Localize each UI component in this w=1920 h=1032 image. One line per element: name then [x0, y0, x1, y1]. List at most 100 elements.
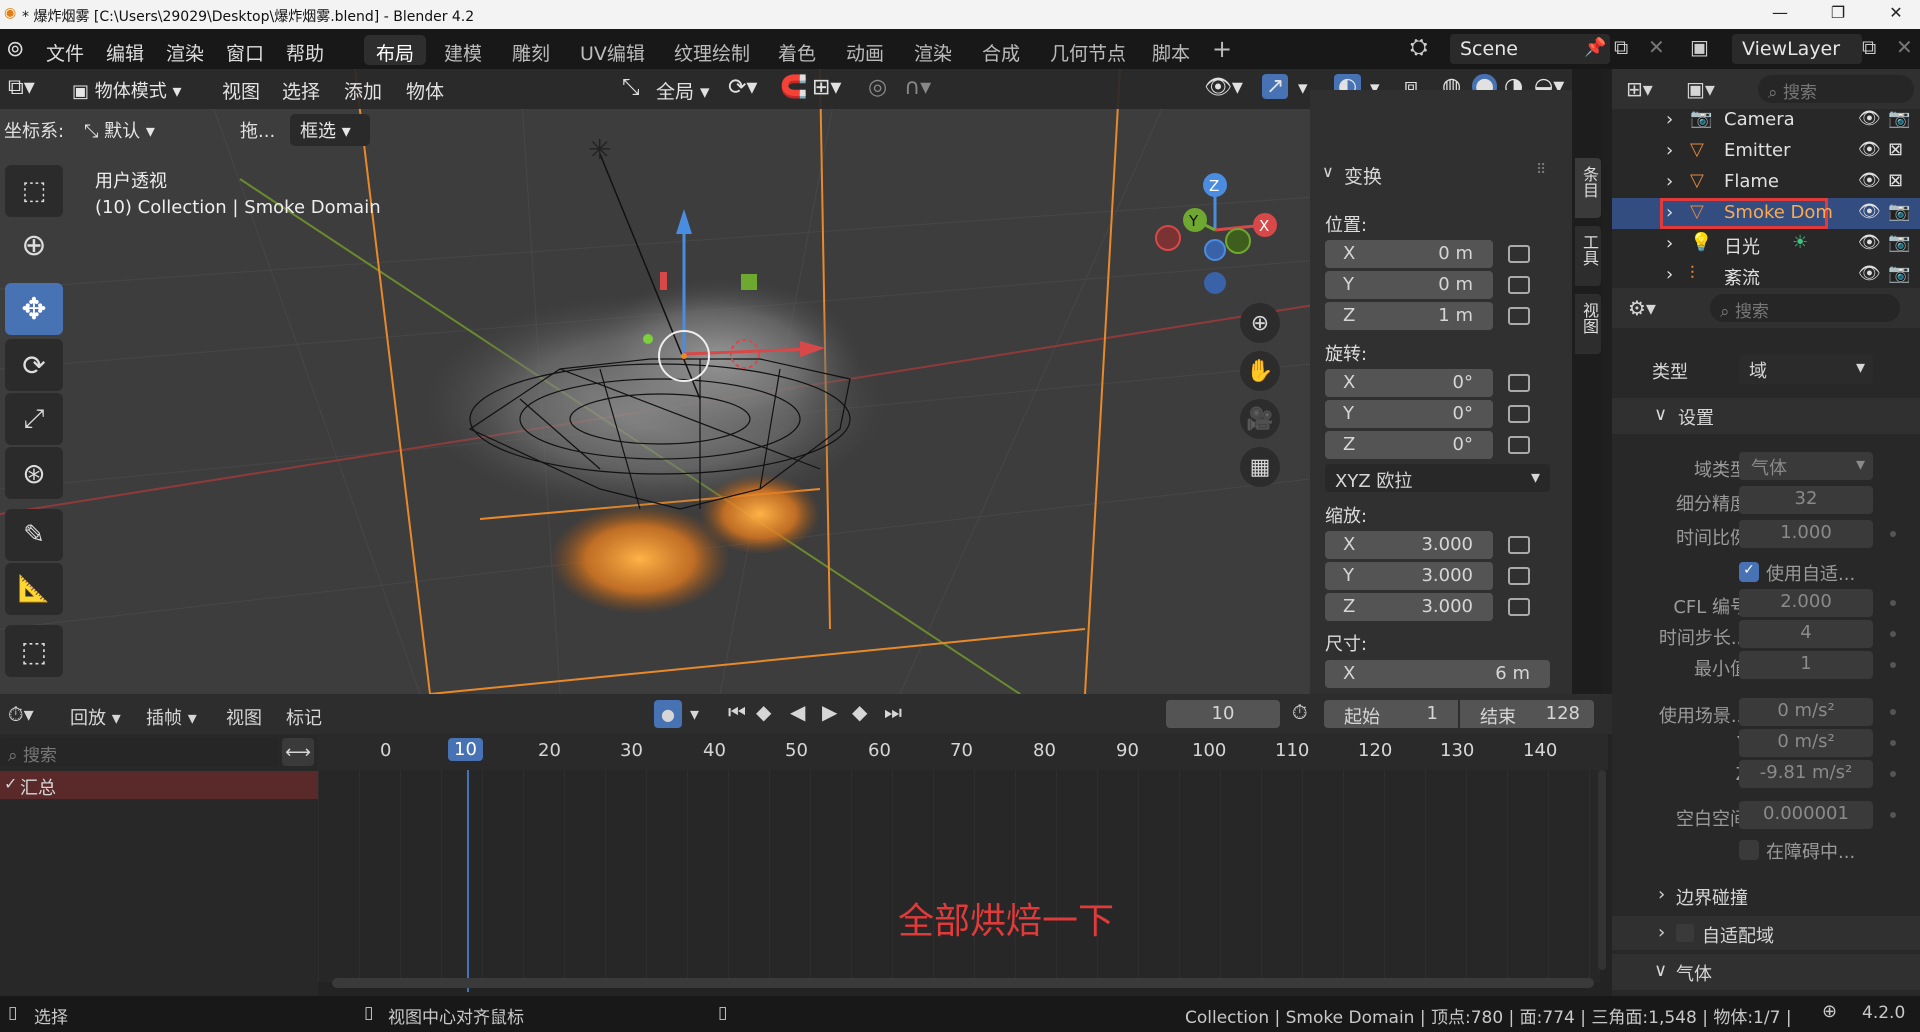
resolution-field[interactable]: 32	[1739, 486, 1873, 514]
expand-icon[interactable]: ›	[1666, 140, 1673, 161]
zoom-icon[interactable]: ⊕	[1240, 303, 1280, 343]
gas-panel[interactable]: ∨ 气体	[1612, 954, 1920, 990]
scale-x-field[interactable]: X 3.000	[1325, 531, 1493, 559]
auto-keying-dropdown-icon[interactable]: ▾	[690, 704, 699, 725]
add-workspace-icon[interactable]: +	[1212, 35, 1232, 63]
new-scene-icon[interactable]: ⧉	[1614, 35, 1628, 59]
timer-icon[interactable]: ⏱	[1292, 700, 1308, 724]
eye-icon[interactable]: 👁	[1858, 108, 1881, 129]
empty-space-field[interactable]: 0.000001	[1739, 801, 1873, 829]
tab-scripting[interactable]: 脚本	[1140, 35, 1202, 65]
transform-tool[interactable]: ⊛	[5, 447, 63, 499]
camera-view-icon[interactable]: 🎥	[1240, 399, 1280, 439]
current-frame-indicator[interactable]: 10	[448, 738, 483, 761]
area-divider[interactable]	[1602, 69, 1612, 694]
menu-edit[interactable]: 编辑	[106, 39, 144, 66]
visibility-icon[interactable]: 👁▾	[1204, 75, 1243, 100]
lock-icon[interactable]	[1508, 374, 1530, 392]
eye-icon[interactable]: 👁	[1858, 263, 1881, 284]
play-icon[interactable]: ▶	[822, 700, 837, 724]
keyframe-dot[interactable]	[1890, 531, 1896, 537]
editor-type-icon[interactable]: ⧉▾	[8, 75, 35, 100]
navigation-gizmo[interactable]: Z X Y	[1140, 165, 1290, 295]
move-tool[interactable]: ✥	[5, 283, 63, 335]
expand-icon[interactable]: ›	[1666, 171, 1673, 192]
start-frame-field[interactable]: 起始 1	[1324, 700, 1458, 728]
adaptive-checkbox[interactable]: ✓	[1739, 562, 1759, 582]
lock-icon[interactable]	[1508, 276, 1530, 294]
keyframe-dot[interactable]	[1890, 771, 1896, 777]
keyframe-dot[interactable]	[1890, 662, 1896, 668]
editor-type-icon[interactable]: ⏱▾	[8, 702, 34, 726]
summary-row[interactable]: ✓ 汇总	[0, 771, 318, 799]
render-camera-icon[interactable]: ⊠	[1888, 139, 1903, 160]
scale-y-field[interactable]: Y 3.000	[1325, 562, 1493, 590]
lock-icon[interactable]	[1508, 405, 1530, 423]
timesteps-max-field[interactable]: 4	[1739, 620, 1873, 648]
annotate-tool[interactable]: ✎	[5, 509, 63, 561]
scale-tool[interactable]: ⤢	[5, 393, 63, 445]
render-camera-icon[interactable]: 📷	[1888, 201, 1910, 222]
keyframe-area[interactable]	[318, 770, 1600, 982]
settings-panel-header[interactable]: ∨ 设置	[1612, 398, 1920, 434]
editor-type-icon[interactable]: ⊞▾	[1626, 77, 1653, 101]
timesteps-min-field[interactable]: 1	[1739, 651, 1873, 679]
snap-icon[interactable]: 🧲	[780, 75, 807, 100]
keyframe-dot[interactable]	[1890, 740, 1896, 746]
pivot-point-icon[interactable]: ⟳▾	[728, 75, 757, 100]
cursor-tool[interactable]: ⊕	[5, 219, 63, 271]
remove-scene-icon[interactable]: ✕	[1648, 35, 1665, 59]
rotation-z-field[interactable]: Z 0°	[1325, 431, 1493, 459]
menu-help[interactable]: 帮助	[286, 39, 324, 66]
drag-handle-icon[interactable]: ⠿	[1536, 162, 1546, 178]
keyframe-dot[interactable]	[1890, 709, 1896, 715]
render-camera-icon[interactable]: 📷	[1888, 263, 1910, 284]
border-collisions-panel[interactable]: › 边界碰撞	[1612, 878, 1920, 912]
outliner-row-emitter[interactable]: › ▽ Emitter 👁 ⊠	[1612, 136, 1920, 167]
gravity-z-field[interactable]: -9.81 m/s²	[1739, 760, 1873, 788]
collapse-transform-icon[interactable]: ∨	[1322, 162, 1334, 181]
end-frame-field[interactable]: 结束 128	[1460, 700, 1594, 728]
location-z-field[interactable]: Z 1 m	[1325, 302, 1493, 330]
jump-start-icon[interactable]: ⏮	[728, 700, 746, 724]
tab-modeling[interactable]: 建模	[432, 35, 494, 65]
minimize-icon[interactable]: —	[1760, 3, 1800, 22]
type-dropdown[interactable]: 域 ▾	[1739, 354, 1873, 384]
gravity-x-field[interactable]: 0 m/s²	[1739, 698, 1873, 726]
pin-icon[interactable]: 📌	[1584, 37, 1606, 58]
play-reverse-icon[interactable]: ◀	[790, 700, 805, 724]
menu-select[interactable]: 选择	[282, 77, 320, 104]
lock-icon[interactable]	[1508, 307, 1530, 325]
scene-icon[interactable]: ⛭	[1410, 35, 1428, 60]
close-icon[interactable]: ✕	[1876, 3, 1916, 22]
maximize-icon[interactable]: ❐	[1818, 3, 1858, 22]
viewlayer-name-field[interactable]: ViewLayer	[1732, 34, 1862, 64]
location-x-field[interactable]: X 0 m	[1325, 240, 1493, 268]
menu-view[interactable]: 视图	[226, 704, 262, 730]
frame-ruler[interactable]: 0 10 20 30 40 50 60 70 80 90 100 110 120…	[318, 734, 1608, 770]
domain-type-dropdown[interactable]: 气体 ▾	[1739, 452, 1873, 480]
expand-icon[interactable]: ›	[1666, 202, 1673, 223]
adaptive-domain-checkbox[interactable]	[1676, 924, 1694, 942]
swap-icon[interactable]: ⟷	[282, 738, 314, 766]
location-y-field[interactable]: Y 0 m	[1325, 271, 1493, 299]
tab-view[interactable]: 视图	[1575, 294, 1601, 354]
gravity-y-field[interactable]: 0 m/s²	[1739, 729, 1873, 757]
select-mode-dropdown[interactable]: 框选 ▾	[290, 114, 370, 146]
snap-target-icon[interactable]: ⊞▾	[812, 75, 841, 100]
render-camera-icon[interactable]: 📷	[1888, 232, 1910, 253]
outliner-row-turbulence[interactable]: › ⫶ 紊流 👁 📷	[1612, 260, 1920, 288]
pan-hand-icon[interactable]: ✋	[1240, 351, 1280, 391]
menu-marker[interactable]: 标记	[286, 704, 322, 730]
prev-keyframe-icon[interactable]: ◆	[756, 700, 771, 724]
expand-icon[interactable]: ›	[1666, 233, 1673, 254]
gizmo-toggle-icon[interactable]: ↗	[1262, 74, 1289, 99]
keyframe-dot[interactable]	[1890, 812, 1896, 818]
time-scale-field[interactable]: 1.000	[1739, 520, 1873, 548]
gizmo-dropdown-icon[interactable]: ▾	[1298, 77, 1308, 99]
tab-texture-paint[interactable]: 纹理绘制	[662, 35, 762, 65]
lock-icon[interactable]	[1508, 567, 1530, 585]
tab-geometry-nodes[interactable]: 几何节点	[1038, 35, 1138, 65]
outliner-row-camera[interactable]: › 📷 Camera 👁 📷	[1612, 105, 1920, 136]
eye-icon[interactable]: 👁	[1858, 139, 1881, 160]
